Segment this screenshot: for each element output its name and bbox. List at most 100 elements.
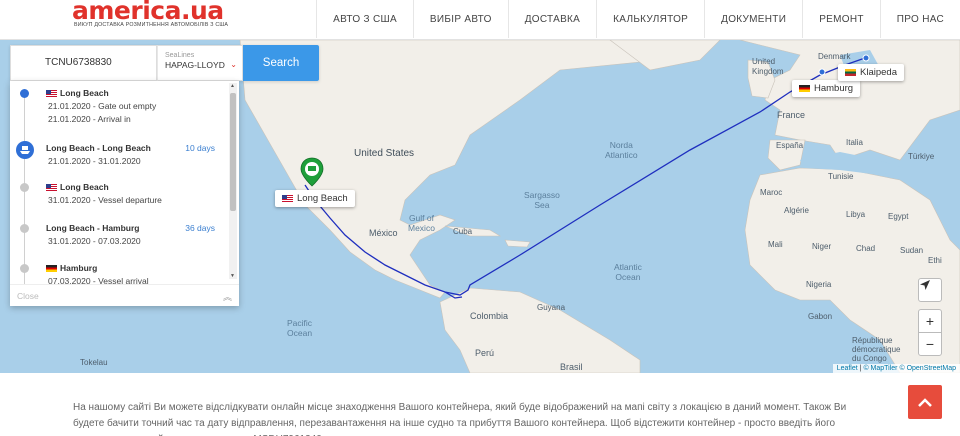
info-paragraph: На нашому сайті Ви можете відслідкувати … (73, 402, 847, 436)
label-maroc: Maroc (760, 188, 783, 197)
label-egypt: Egypt (888, 212, 909, 221)
label-espana: España (776, 141, 804, 150)
nav-item-choose-car[interactable]: ВИБІР АВТО (412, 0, 508, 38)
nav-item-documents[interactable]: ДОКУМЕНТИ (704, 0, 802, 38)
lt-flag-icon (845, 69, 856, 76)
event-title-text: Long Beach (60, 88, 109, 98)
nav-item-repair[interactable]: РЕМОНТ (802, 0, 880, 38)
label-tunisie: Tunisie (828, 172, 854, 181)
maptiler-link[interactable]: © MapTiler (863, 365, 897, 372)
origin-port-label: Long Beach (275, 190, 355, 207)
zoom-in-button[interactable]: + (918, 309, 942, 333)
event-detail: 31.01.2020 - Vessel departure (48, 195, 162, 205)
timeline-dot (20, 224, 29, 233)
label-norda-atlantico: Norda Atlantico (605, 140, 638, 160)
timeline-dot (20, 183, 29, 192)
osm-link[interactable]: © OpenStreetMap (899, 365, 956, 372)
panel-scrollbar[interactable]: ▲ ▼ (229, 83, 237, 279)
event-title: Long Beach (46, 182, 109, 192)
map-attribution: Leaflet | © MapTiler © OpenStreetMap (832, 364, 960, 373)
nav-item-auto-usa[interactable]: АВТО З США (316, 0, 413, 38)
site-logo[interactable]: america.ua ВИКУП ДОСТАВКА РОЗМИТНЕННЯ АВ… (72, 0, 232, 38)
event-title: Hamburg (46, 263, 97, 273)
event-detail: 21.01.2020 - Arrival in (48, 114, 131, 124)
scroll-up-icon[interactable]: ▲ (230, 83, 235, 89)
label-ethiopia-partial: Ethi (928, 256, 942, 265)
transit-days: 10 days (185, 143, 215, 153)
label-nigeria: Nigeria (806, 280, 832, 289)
label-sargasso-sea: Sargasso Sea (524, 190, 560, 210)
label-pacific-ocean: Pacific Ocean (287, 318, 313, 338)
final-port-label: Klaipeda (838, 64, 904, 81)
event-detail: 21.01.2020 - 31.01.2020 (48, 156, 141, 166)
label-cuba: Cuba (453, 227, 473, 236)
destination-port-name: Hamburg (814, 83, 854, 94)
timeline-dot (20, 264, 29, 273)
scroll-thumb[interactable] (230, 93, 236, 211)
chevrons-up-icon[interactable]: ︽ (223, 290, 232, 303)
tracking-panel: Long Beach 21.01.2020 - Gate out empty 2… (10, 81, 239, 306)
label-atlantic-ocean: Atlantic Ocean (614, 262, 642, 282)
scroll-to-top-button[interactable] (908, 385, 942, 419)
event-title-text: Long Beach (60, 182, 109, 192)
zoom-out-button[interactable]: − (918, 332, 942, 356)
destination-port-label: Hamburg (792, 80, 861, 97)
site-header: america.ua ВИКУП ДОСТАВКА РОЗМИТНЕННЯ АВ… (0, 0, 960, 40)
event-detail: 21.01.2020 - Gate out empty (48, 101, 157, 111)
event-detail: 31.01.2020 - 07.03.2020 (48, 236, 141, 246)
event-title: Long Beach - Hamburg (46, 223, 140, 233)
label-tokelau: Tokelau (80, 358, 108, 367)
nav-item-calculator[interactable]: КАЛЬКУЛЯТОР (596, 0, 704, 38)
ship-icon (16, 141, 34, 159)
nav-item-about[interactable]: ПРО НАС (879, 0, 960, 38)
search-button[interactable]: Search (243, 45, 319, 81)
sealine-select[interactable]: SeaLines HAPAG-LLOYD ⌄ (157, 45, 243, 81)
label-congo: République démocratique du Congo (852, 336, 901, 363)
label-libya: Libya (846, 210, 866, 219)
label-niger: Niger (812, 242, 832, 251)
scroll-down-icon[interactable]: ▼ (230, 273, 235, 279)
nav-item-delivery[interactable]: ДОСТАВКА (507, 0, 596, 38)
label-peru: Perú (475, 348, 495, 358)
logo-tagline: ВИКУП ДОСТАВКА РОЗМИТНЕННЯ АВТОМОБІЛІВ З… (74, 22, 229, 28)
label-france: France (777, 110, 806, 120)
label-denmark: Denmark (818, 52, 851, 61)
de-flag-icon (799, 85, 810, 92)
page: america.ua ВИКУП ДОСТАВКА РОЗМИТНЕННЯ АВ… (0, 0, 960, 436)
origin-port-name: Long Beach (297, 193, 348, 204)
main-nav: АВТО З США ВИБІР АВТО ДОСТАВКА КАЛЬКУЛЯТ… (316, 0, 960, 38)
label-italia: Italia (846, 138, 863, 147)
label-gulf-of-mexico: Gulf of Mexico (408, 213, 435, 233)
label-united-states: United States (354, 148, 415, 159)
container-search: TCNU6738830 SeaLines HAPAG-LLOYD ⌄ Searc… (10, 45, 319, 81)
chevron-down-icon: ⌄ (230, 60, 237, 69)
transit-days: 36 days (185, 223, 215, 233)
label-mexico: México (369, 228, 398, 238)
label-turkiye: Türkiye (908, 152, 935, 161)
label-colombia: Colombia (470, 311, 509, 321)
label-algerie: Algérie (784, 206, 809, 215)
locate-button[interactable] (918, 278, 942, 302)
event-title-text: Hamburg (60, 263, 98, 273)
final-port-name: Klaipeda (860, 67, 897, 78)
panel-footer: Close ︽ (10, 284, 239, 306)
de-flag-icon (46, 264, 57, 272)
timeline-dot-active (20, 89, 29, 98)
us-flag-icon (46, 183, 57, 191)
locate-arrow-icon (920, 280, 930, 290)
us-flag-icon (46, 89, 57, 97)
event-title: Long Beach (46, 88, 109, 98)
label-gabon: Gabon (808, 312, 833, 321)
label-united-kingdom: United Kingdom (752, 57, 784, 76)
label-guyana: Guyana (537, 303, 566, 312)
sealine-label: SeaLines (165, 52, 195, 59)
label-chad: Chad (856, 244, 876, 253)
leaflet-link[interactable]: Leaflet (837, 365, 858, 372)
chevron-up-icon (918, 398, 932, 407)
event-title: Long Beach - Long Beach (46, 143, 151, 153)
close-button[interactable]: Close (17, 291, 39, 301)
label-sudan: Sudan (900, 246, 924, 255)
label-mali: Mali (768, 240, 783, 249)
label-brasil: Brasil (560, 362, 583, 372)
container-number-input[interactable]: TCNU6738830 (10, 45, 157, 81)
